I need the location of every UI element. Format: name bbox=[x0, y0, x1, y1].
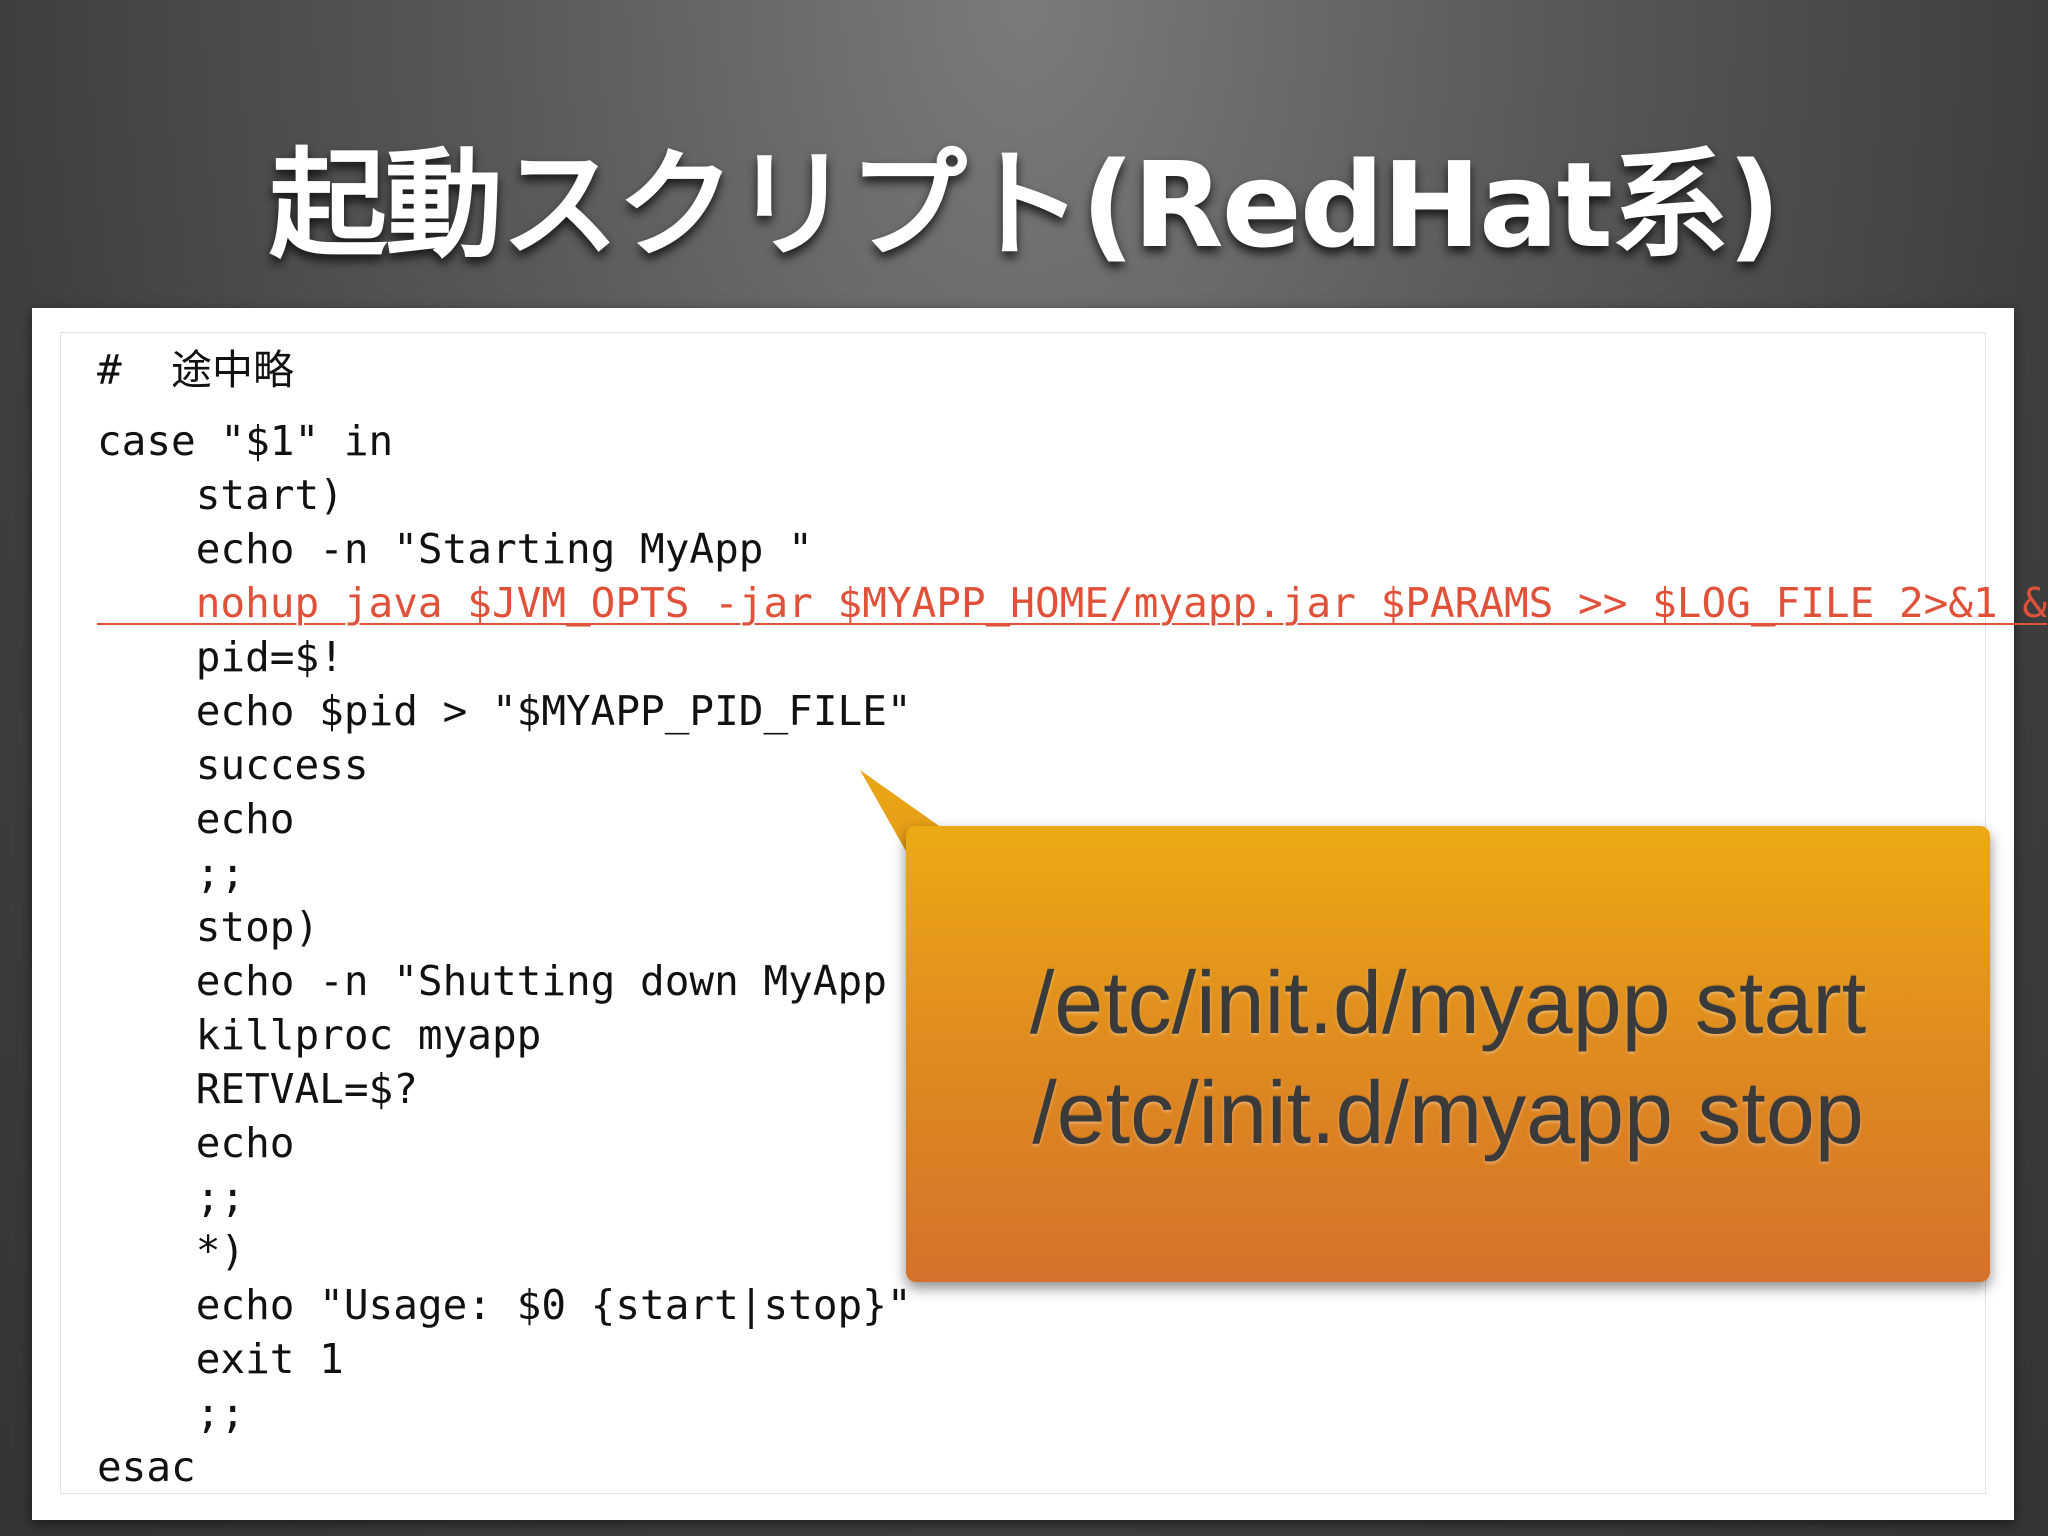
code-line: echo -n "Shutting down MyApp " bbox=[97, 957, 937, 1005]
code-line: killproc myapp bbox=[97, 1011, 542, 1059]
callout-command-start: /etc/init.d/myapp start bbox=[1029, 953, 1867, 1052]
callout-box: /etc/init.d/myapp start /etc/init.d/myap… bbox=[906, 826, 1990, 1282]
code-line: *) bbox=[97, 1227, 246, 1275]
code-line: echo bbox=[97, 1119, 295, 1167]
code-line: ;; bbox=[97, 849, 246, 897]
code-line: ;; bbox=[97, 1173, 246, 1221]
code-line: echo -n "Starting MyApp " bbox=[97, 525, 813, 573]
code-comment-line: # 途中略 bbox=[97, 346, 295, 394]
callout-command-stop: /etc/init.d/myapp stop bbox=[1032, 1063, 1864, 1162]
code-line-highlighted: nohup java $JVM_OPTS -jar $MYAPP_HOME/my… bbox=[97, 579, 2048, 627]
code-line: echo $pid > "$MYAPP_PID_FILE" bbox=[97, 687, 912, 735]
code-line: case "$1" in bbox=[97, 417, 394, 465]
code-line: RETVAL=$? bbox=[97, 1065, 418, 1113]
code-line: echo bbox=[97, 795, 295, 843]
code-line: echo "Usage: $0 {start|stop}" bbox=[97, 1281, 912, 1329]
code-line: ;; bbox=[97, 1389, 246, 1437]
code-line: stop) bbox=[97, 903, 320, 951]
code-line: start) bbox=[97, 471, 344, 519]
slide-title: 起動スクリプト(RedHat系) bbox=[268, 136, 1781, 274]
code-line: exit 1 bbox=[97, 1335, 344, 1383]
code-line: pid=$! bbox=[97, 633, 344, 681]
code-line: esac bbox=[97, 1443, 196, 1491]
code-line: success bbox=[97, 741, 369, 789]
